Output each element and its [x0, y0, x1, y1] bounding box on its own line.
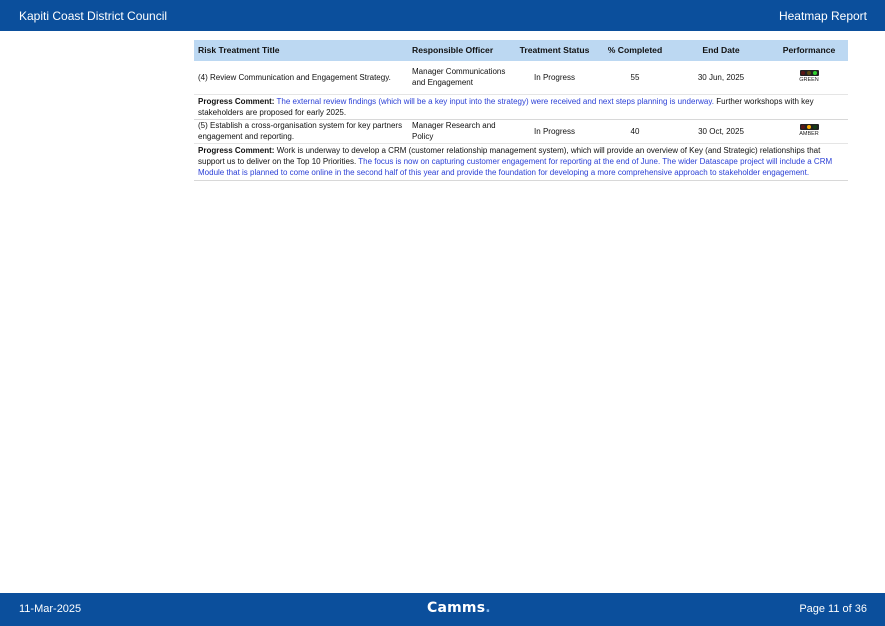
progress-comment: Progress Comment: The external review fi… — [194, 94, 848, 121]
comment-text-blue: The external review findings (which will… — [276, 96, 714, 106]
responsible-officer: Manager Communications and Engagement — [408, 61, 511, 95]
page-header: Kapiti Coast District Council Heatmap Re… — [0, 0, 885, 31]
report-date: 11-Mar-2025 — [19, 603, 82, 615]
page-footer: 11-Mar-2025 Camms. Page 11 of 36 — [0, 593, 885, 626]
treatment-title: (5) Establish a cross-organisation syste… — [194, 119, 408, 144]
camms-logo: Camms. — [427, 600, 491, 616]
logo-text: Camms — [427, 600, 486, 616]
table-row: (5) Establish a cross-organisation syste… — [194, 119, 848, 144]
end-date: 30 Jun, 2025 — [672, 61, 770, 95]
heatmap-table: Risk Treatment Title Responsible Officer… — [194, 40, 848, 181]
traffic-light-amber: AMBER — [774, 124, 844, 138]
progress-comment-row: Progress Comment: Work is underway to de… — [194, 143, 848, 181]
progress-comment-row: Progress Comment: The external review fi… — [194, 94, 848, 121]
treatment-status: In Progress — [511, 119, 598, 144]
page-number: Page 11 of 36 — [799, 603, 867, 615]
column-header-end-date: End Date — [672, 40, 770, 61]
column-header-completed: % Completed — [598, 40, 672, 61]
performance-label: GREEN — [799, 77, 819, 84]
table-row: (4) Review Communication and Engagement … — [194, 61, 848, 95]
traffic-light-green: GREEN — [774, 70, 844, 84]
treatment-title: (4) Review Communication and Engagement … — [194, 61, 408, 95]
comment-label: Progress Comment: — [198, 145, 275, 155]
column-header-status: Treatment Status — [511, 40, 598, 61]
comment-label: Progress Comment: — [198, 96, 275, 106]
column-header-performance: Performance — [770, 40, 848, 61]
report-title: Heatmap Report — [778, 8, 867, 23]
treatment-status: In Progress — [511, 61, 598, 95]
responsible-officer: Manager Research and Policy — [408, 119, 511, 144]
traffic-light-icon — [799, 124, 819, 131]
end-date: 30 Oct, 2025 — [672, 119, 770, 144]
column-header-officer: Responsible Officer — [408, 40, 511, 61]
performance-label: AMBER — [799, 131, 819, 138]
column-header-title: Risk Treatment Title — [194, 40, 408, 61]
traffic-light-icon — [799, 70, 819, 77]
logo-dot: . — [485, 600, 491, 616]
percent-completed: 40 — [598, 119, 672, 144]
performance-cell: GREEN — [770, 61, 848, 95]
percent-completed: 55 — [598, 61, 672, 95]
progress-comment: Progress Comment: Work is underway to de… — [194, 143, 848, 181]
organization-name: Kapiti Coast District Council — [19, 8, 168, 23]
performance-cell: AMBER — [770, 119, 848, 144]
table-header-row: Risk Treatment Title Responsible Officer… — [194, 40, 848, 61]
